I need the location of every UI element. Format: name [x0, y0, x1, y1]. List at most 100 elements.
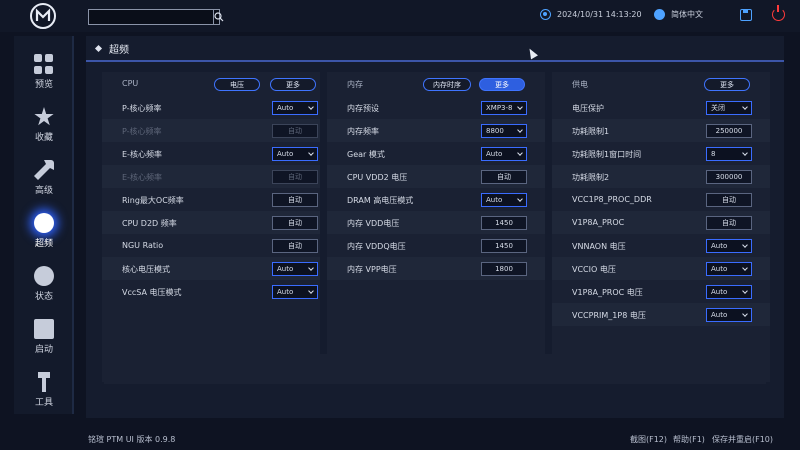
setting-row: VccSA 电压模式 Auto: [102, 280, 320, 303]
setting-row: E-核心频率 Auto: [102, 142, 320, 165]
top-bar: 2024/10/31 14:13:20 简体中文: [0, 0, 800, 32]
search-icon: [214, 12, 224, 22]
setting-row: Gear 模式 Auto: [327, 142, 545, 165]
setting-row: P-核心频率 Auto: [102, 96, 320, 119]
language-text: 简体中文: [671, 10, 703, 19]
gauge-icon: [34, 266, 54, 286]
diamond-icon: [94, 44, 103, 52]
setting-row: 内存频率 8800: [327, 119, 545, 142]
vnnaon-voltage-select[interactable]: Auto: [706, 239, 752, 253]
vccsa-voltage-mode-select[interactable]: Auto: [272, 285, 318, 299]
memory-timing-button[interactable]: 内存时序: [423, 78, 471, 91]
boot-icon: [34, 319, 54, 339]
setting-row: 功耗限制1 250000: [552, 119, 770, 142]
setting-row: Ring最大OC频率 自动: [102, 188, 320, 211]
column-header: CPU 电压 更多: [102, 72, 320, 96]
p-core-freq-auto-button: 自动: [272, 124, 318, 138]
sidebar-item-tools[interactable]: 工具: [14, 362, 74, 414]
setting-row: NGU Ratio 自动: [102, 234, 320, 257]
more-button[interactable]: 更多: [270, 78, 316, 91]
more-button[interactable]: 更多: [479, 78, 525, 91]
voltage-tab-button[interactable]: 电压: [214, 78, 260, 91]
column-header: 供电 更多: [552, 72, 770, 96]
footer: 铭瑄 PTM UI 版本 0.9.8 截图(F12) 帮助(F1) 保存并重启(…: [0, 428, 800, 450]
search-box[interactable]: [88, 9, 224, 25]
setting-row: DRAM 高电压模式 Auto: [327, 188, 545, 211]
cpu-d2d-freq-button[interactable]: 自动: [272, 216, 318, 230]
memory-vddq-input[interactable]: 1450: [481, 239, 527, 253]
setting-row: 核心电压模式 Auto: [102, 257, 320, 280]
cpu-vdd2-voltage-button[interactable]: 自动: [481, 170, 527, 184]
gear-mode-select[interactable]: Auto: [481, 147, 527, 161]
column-title: 供电: [572, 80, 588, 89]
setting-row: CPU D2D 频率 自动: [102, 211, 320, 234]
dram-high-voltage-select[interactable]: Auto: [481, 193, 527, 207]
power-limit1-window-select[interactable]: 8: [706, 147, 752, 161]
memory-freq-select[interactable]: 8800: [481, 124, 527, 138]
e-core-freq-select[interactable]: Auto: [272, 147, 318, 161]
vcc1p8-proc-ddr-button[interactable]: 自动: [706, 193, 752, 207]
e-core-freq-auto-button: 自动: [272, 170, 318, 184]
rocket-icon: [34, 213, 54, 233]
cpu-column: CPU 电压 更多 P-核心频率 Auto P-核心频率 自动 E-核心频率 A…: [102, 72, 320, 382]
language-selector[interactable]: 简体中文: [654, 9, 703, 20]
v1p8a-proc-button[interactable]: 自动: [706, 216, 752, 230]
memory-column: 内存 内存时序 更多 内存预设 XMP3-8 内存频率 8800 Gear 模式…: [327, 72, 545, 382]
setting-row: 内存 VDD电压 1450: [327, 211, 545, 234]
sidebar-item-overclock[interactable]: 超频: [14, 203, 74, 255]
brand-logo-icon: [30, 3, 56, 29]
save-icon[interactable]: [740, 9, 752, 21]
setting-row: 内存预设 XMP3-8: [327, 96, 545, 119]
setting-row: V1P8A_PROC 电压 Auto: [552, 280, 770, 303]
power-limit2-input[interactable]: 300000: [706, 170, 752, 184]
memory-vpp-input[interactable]: 1800: [481, 262, 527, 276]
search-button[interactable]: [213, 10, 224, 24]
section-title: 超频: [109, 44, 129, 56]
power-column: 供电 更多 电压保护 关闭 功耗限制1 250000 功耗限制1窗口时间 8 功…: [552, 72, 770, 382]
column-header: 内存 内存时序 更多: [327, 72, 545, 96]
save-reboot-button[interactable]: 保存并重启(F10): [712, 434, 773, 445]
voltage-protection-select[interactable]: 关闭: [706, 101, 752, 115]
more-button[interactable]: 更多: [704, 78, 750, 91]
setting-row: 内存 VDDQ电压 1450: [327, 234, 545, 257]
tools-icon: [34, 160, 54, 180]
setting-row: CPU VDD2 电压 自动: [327, 165, 545, 188]
clock-icon: [540, 9, 551, 20]
main-panel: 超频 CPU 电压 更多 P-核心频率 Auto P-核心频率 自动 E-核心频…: [86, 36, 784, 418]
setting-row: P-核心频率 自动: [102, 119, 320, 142]
core-voltage-mode-select[interactable]: Auto: [272, 262, 318, 276]
ring-oc-freq-button[interactable]: 自动: [272, 193, 318, 207]
section-header: 超频: [86, 36, 784, 62]
setting-row: VCC1P8_PROC_DDR 自动: [552, 188, 770, 211]
sidebar-item-advanced[interactable]: 高级: [14, 150, 74, 202]
sidebar-item-status[interactable]: 状态: [14, 256, 74, 308]
info-panel: [104, 354, 766, 384]
version-text: 铭瑄 PTM UI 版本 0.9.8: [88, 435, 176, 444]
sidebar-item-preview[interactable]: 预览: [14, 44, 74, 96]
sidebar-item-boot[interactable]: 启动: [14, 309, 74, 361]
setting-row: 内存 VPP电压 1800: [327, 257, 545, 280]
wrench-icon: [38, 372, 50, 392]
v1p8a-proc-voltage-select[interactable]: Auto: [706, 285, 752, 299]
power-icon[interactable]: [772, 5, 785, 21]
sidebar-item-favorites[interactable]: 收藏: [14, 97, 74, 149]
globe-icon: [654, 9, 665, 20]
ngu-ratio-button[interactable]: 自动: [272, 239, 318, 253]
star-icon: [34, 107, 54, 126]
setting-row: 电压保护 关闭: [552, 96, 770, 119]
memory-preset-select[interactable]: XMP3-8: [481, 101, 527, 115]
column-title: CPU: [122, 79, 139, 88]
memory-vdd-input[interactable]: 1450: [481, 216, 527, 230]
setting-row: 功耗限制2 300000: [552, 165, 770, 188]
vccprim-1p8-voltage-select[interactable]: Auto: [706, 308, 752, 322]
p-core-freq-select[interactable]: Auto: [272, 101, 318, 115]
datetime-text: 2024/10/31 14:13:20: [557, 10, 642, 19]
search-input[interactable]: [89, 10, 213, 24]
bios-app: 2024/10/31 14:13:20 简体中文 预览 收藏 高级 超频 状态: [0, 0, 800, 450]
screenshot-button[interactable]: 截图(F12): [630, 434, 667, 445]
setting-row: VCCIO 电压 Auto: [552, 257, 770, 280]
power-limit1-input[interactable]: 250000: [706, 124, 752, 138]
vccio-voltage-select[interactable]: Auto: [706, 262, 752, 276]
help-button[interactable]: 帮助(F1): [673, 434, 705, 445]
datetime-display[interactable]: 2024/10/31 14:13:20: [540, 9, 642, 20]
